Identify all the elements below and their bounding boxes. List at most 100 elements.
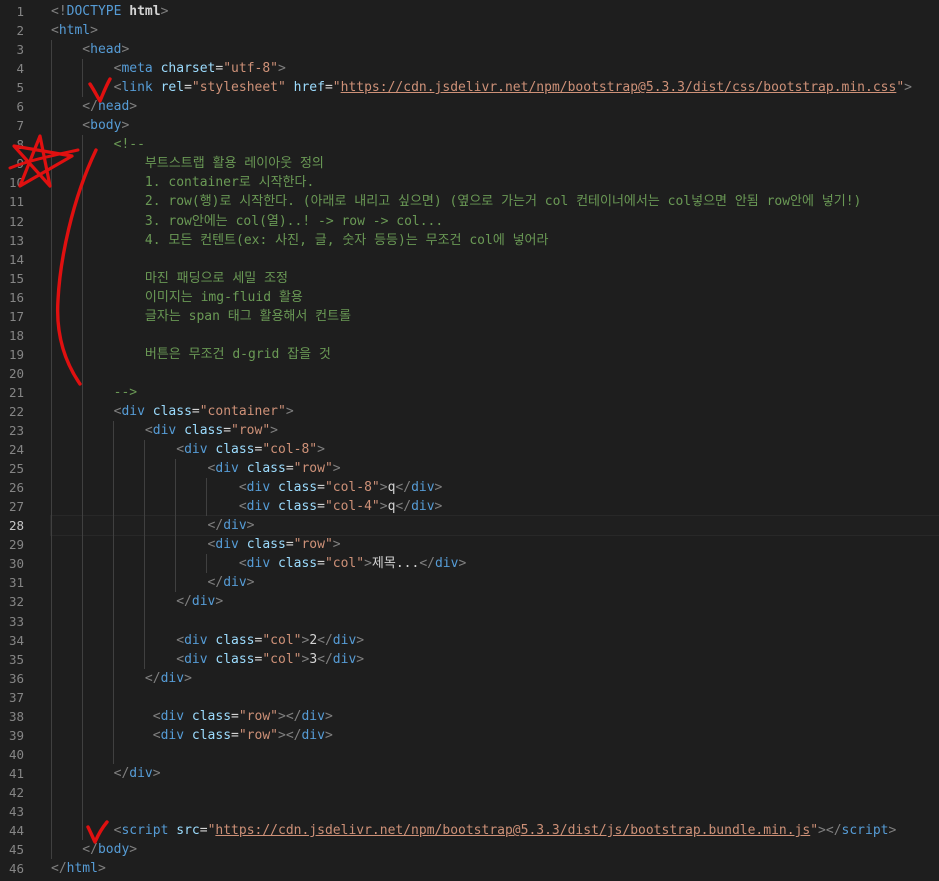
code-line[interactable]: <html> bbox=[51, 21, 939, 40]
code-line[interactable] bbox=[51, 326, 939, 345]
code-line[interactable]: </html> bbox=[51, 859, 939, 878]
line-number: 32 bbox=[8, 594, 24, 610]
code-line[interactable]: <!DOCTYPE html> bbox=[51, 2, 939, 21]
code-token: > bbox=[278, 61, 286, 77]
code-line[interactable] bbox=[51, 802, 939, 821]
code-line[interactable]: <div class="col">3</div> bbox=[51, 650, 939, 669]
code-line[interactable]: <div class="col-4">q</div> bbox=[51, 497, 939, 516]
code-line[interactable]: 글자는 span 태그 활용해서 컨트롤 bbox=[51, 307, 939, 326]
code-token: div bbox=[160, 708, 185, 724]
code-token: head bbox=[97, 99, 130, 115]
code-area[interactable]: <!DOCTYPE html> <html> <head> <meta chars… bbox=[50, 2, 939, 878]
line-number: 36 bbox=[8, 670, 24, 686]
code-token: = bbox=[223, 423, 232, 439]
code-line[interactable]: <meta charset="utf-8"> bbox=[51, 59, 939, 78]
code-line[interactable]: 부트스트랩 활용 레이아웃 정의 bbox=[51, 154, 939, 173]
code-token: > bbox=[324, 708, 333, 724]
code-token: ></ bbox=[278, 727, 302, 743]
code-line[interactable]: </div> bbox=[50, 515, 939, 537]
code-token: "utf-8" bbox=[223, 61, 279, 77]
code-token: "col-8" bbox=[324, 480, 380, 496]
code-line[interactable]: <script src="https://cdn.jsdelivr.net/np… bbox=[51, 821, 939, 840]
code-token: < bbox=[51, 403, 122, 419]
code-token: 3. row안에는 col(열)..! -> row -> col... bbox=[51, 213, 444, 229]
code-line[interactable]: 4. 모든 컨텐트(ex: 사진, 글, 숫자 등등)는 무조건 col에 넣어… bbox=[51, 231, 939, 250]
code-token: "col-4" bbox=[324, 499, 380, 515]
code-line[interactable]: --> bbox=[51, 383, 939, 402]
code-line[interactable]: <body> bbox=[51, 116, 939, 135]
code-line[interactable]: <link rel="stylesheet" href="https://cdn… bbox=[51, 78, 939, 97]
code-line[interactable] bbox=[51, 364, 939, 383]
line-number: 8 bbox=[16, 137, 24, 153]
code-token: class bbox=[277, 480, 318, 496]
code-line[interactable]: </div> bbox=[51, 669, 939, 688]
indent-guide bbox=[175, 459, 176, 592]
indent-guide bbox=[82, 135, 83, 840]
code-line[interactable]: 3. row안에는 col(열)..! -> row -> col... bbox=[51, 212, 939, 231]
code-line[interactable]: 1. container로 시작한다. bbox=[51, 173, 939, 192]
code-line[interactable]: </div> bbox=[51, 764, 939, 783]
code-line[interactable]: <div class="row"> bbox=[51, 535, 939, 554]
code-token: "col-8" bbox=[262, 442, 318, 458]
code-token: = bbox=[317, 556, 325, 572]
code-token: = bbox=[191, 403, 200, 419]
code-line[interactable]: <div class="row"> bbox=[51, 421, 939, 440]
code-token: > bbox=[332, 537, 341, 553]
code-line[interactable]: <div class="col">2</div> bbox=[51, 631, 939, 650]
url-link[interactable]: https://cdn.jsdelivr.net/npm/bootstrap@5… bbox=[341, 80, 897, 95]
code-token: div bbox=[434, 556, 459, 572]
code-token: script bbox=[841, 823, 889, 839]
code-line[interactable]: </body> bbox=[51, 840, 939, 859]
line-number: 15 bbox=[8, 270, 24, 286]
line-number: 41 bbox=[8, 765, 24, 781]
url-link[interactable]: https://cdn.jsdelivr.net/npm/bootstrap@5… bbox=[215, 823, 810, 838]
code-token: </ bbox=[51, 670, 161, 686]
code-token: class bbox=[215, 632, 255, 648]
code-token: < bbox=[51, 537, 216, 553]
code-line[interactable] bbox=[51, 783, 939, 802]
code-line[interactable]: <div class="row"> bbox=[51, 459, 939, 478]
code-line[interactable]: </div> bbox=[51, 592, 939, 611]
code-token: div bbox=[411, 480, 435, 496]
indent-guide bbox=[206, 554, 207, 573]
code-line[interactable] bbox=[51, 745, 939, 764]
code-line[interactable]: 이미지는 img-fluid 활용 bbox=[51, 288, 939, 307]
code-token: > bbox=[246, 575, 255, 591]
code-line[interactable]: <div class="row"></div> bbox=[51, 726, 939, 745]
code-line[interactable]: 버튼은 무조건 d-grid 잡을 것 bbox=[51, 345, 939, 364]
code-token: > bbox=[332, 461, 341, 477]
code-token: </ bbox=[51, 765, 130, 781]
line-number: 38 bbox=[8, 708, 24, 724]
code-token: div bbox=[191, 594, 216, 610]
code-line[interactable] bbox=[51, 688, 939, 707]
indent-guide bbox=[113, 421, 114, 764]
code-token: 마진 패딩으로 세밀 조정 bbox=[51, 270, 288, 286]
code-line[interactable]: <div class="container"> bbox=[51, 402, 939, 421]
code-token: < bbox=[51, 632, 185, 648]
code-line[interactable]: <div class="col-8"> bbox=[51, 440, 939, 459]
code-line[interactable] bbox=[51, 250, 939, 269]
code-token: </ bbox=[51, 594, 192, 610]
code-line[interactable]: <div class="col-8">q</div> bbox=[51, 478, 939, 497]
code-token: body bbox=[97, 842, 130, 858]
line-number: 21 bbox=[8, 384, 24, 400]
code-editor[interactable]: 1 2 3 4 5 6 7 8 9 10 11 12 13 14 15 16 17 18 19 20 21 22 23 24 2… bbox=[0, 0, 939, 881]
code-line[interactable]: </head> bbox=[51, 97, 939, 116]
code-line[interactable]: <!-- bbox=[51, 135, 939, 154]
code-line[interactable]: <div class="row"></div> bbox=[51, 707, 939, 726]
code-line[interactable]: 2. row(행)로 시작한다. (아래로 내리고 싶으면) (옆으로 가는거 … bbox=[51, 192, 939, 211]
code-token: </ bbox=[51, 842, 98, 858]
code-line[interactable] bbox=[51, 612, 939, 631]
code-token: div bbox=[184, 442, 208, 458]
code-line[interactable]: <div class="col">제목...</div> bbox=[51, 554, 939, 573]
code-line[interactable]: <head> bbox=[51, 40, 939, 59]
code-token: script bbox=[121, 823, 169, 839]
code-token: 제목... bbox=[371, 556, 420, 572]
line-number: 33 bbox=[8, 613, 24, 629]
code-line[interactable]: 마진 패딩으로 세밀 조정 bbox=[51, 269, 939, 288]
code-token: < bbox=[51, 556, 247, 572]
code-line[interactable]: </div> bbox=[51, 573, 939, 592]
